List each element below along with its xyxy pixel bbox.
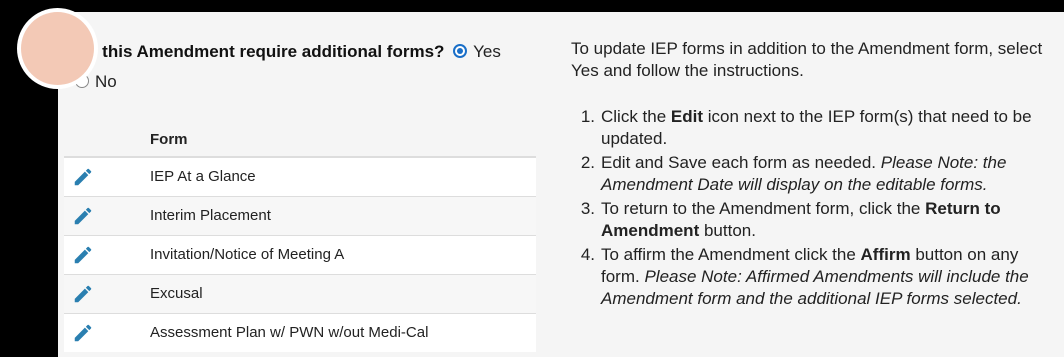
instruction-step: 2. Edit and Save each form as needed. Ple… — [571, 152, 1051, 196]
edit-cell[interactable] — [64, 234, 150, 274]
step-before: Edit and Save each form as needed. — [601, 153, 881, 172]
form-name: Invitation/Notice of Meeting A — [150, 234, 536, 274]
pencil-edit-icon[interactable] — [72, 244, 94, 266]
step-before: To affirm the Amendment click the — [601, 245, 861, 264]
amendment-panel: s this Amendment require additional form… — [58, 12, 1064, 357]
table-row: IEP At a Glance — [64, 156, 536, 196]
step-number: 4. — [580, 245, 595, 264]
step-before: To return to the Amendment form, click t… — [601, 199, 926, 218]
no-label[interactable]: No — [95, 72, 117, 91]
additional-forms-question: s this Amendment require additional form… — [88, 41, 501, 63]
form-column-header: Form — [150, 123, 536, 158]
edit-cell[interactable] — [64, 156, 150, 196]
instruction-step: 1. Click the Edit icon next to the IEP fo… — [571, 106, 1051, 150]
step-text: To affirm the Amendment click the Affirm… — [601, 244, 1051, 310]
step-text: Edit and Save each form as needed. Pleas… — [601, 152, 1051, 196]
form-name: Interim Placement — [150, 195, 536, 235]
table-header-row: Form — [64, 123, 536, 158]
edit-cell[interactable] — [64, 312, 150, 352]
pencil-edit-icon[interactable] — [72, 166, 94, 188]
forms-table: Form IEP At a Glance Interim Placement Inv… — [64, 123, 536, 352]
step-number: 3. — [580, 199, 595, 218]
yes-radio[interactable] — [453, 44, 468, 58]
pencil-edit-icon[interactable] — [72, 283, 94, 305]
step-number: 2. — [580, 153, 595, 172]
step-before: Click the — [601, 107, 671, 126]
table-row: Interim Placement — [64, 195, 536, 235]
table-row: Excusal — [64, 273, 536, 313]
form-name: Excusal — [150, 273, 536, 313]
touch-indicator — [21, 12, 94, 85]
step-number: 1. — [580, 107, 595, 126]
pencil-edit-icon[interactable] — [72, 322, 94, 344]
step-text: Click the Edit icon next to the IEP form… — [601, 106, 1051, 150]
edit-cell[interactable] — [64, 195, 150, 235]
table-row: Invitation/Notice of Meeting A — [64, 234, 536, 274]
yes-label[interactable]: Yes — [473, 42, 501, 61]
step-bold: Affirm — [860, 245, 911, 264]
step-after: button. — [699, 221, 756, 240]
instructions-intro: To update IEP forms in addition to the A… — [571, 39, 1043, 80]
instruction-step: 4. To affirm the Amendment click the Affi… — [571, 244, 1051, 310]
instruction-steps: 1. Click the Edit icon next to the IEP fo… — [571, 106, 1051, 310]
pencil-edit-icon[interactable] — [72, 205, 94, 227]
step-bold: Edit — [670, 107, 704, 126]
form-name: IEP At a Glance — [150, 156, 536, 196]
form-name: Assessment Plan w/ PWN w/out Medi-Cal — [150, 312, 536, 352]
instruction-step: 3. To return to the Amendment form, click… — [571, 198, 1051, 242]
step-italic: Please Note: Affirmed Amendments will in… — [601, 267, 1029, 308]
table-row: Assessment Plan w/ PWN w/out Medi-Cal — [64, 312, 536, 352]
edit-cell[interactable] — [64, 273, 150, 313]
instructions: To update IEP forms in addition to the A… — [571, 38, 1051, 312]
question-text: s this Amendment require additional form… — [88, 42, 445, 61]
icon-column-header — [64, 123, 150, 158]
step-text: To return to the Amendment form, click t… — [601, 198, 1051, 242]
